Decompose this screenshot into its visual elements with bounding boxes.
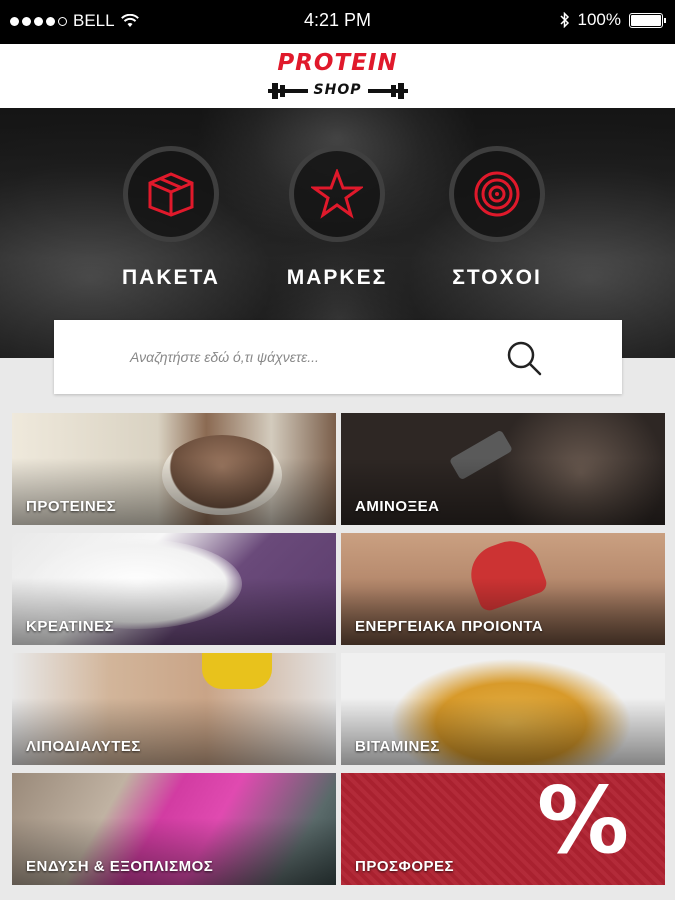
category-label: ΕΝΕΡΓΕΙΑΚΑ ΠΡΟΙΟΝΤΑ bbox=[355, 618, 544, 635]
percent-icon: % bbox=[536, 773, 629, 874]
category-label: ΕΝΔΥΣΗ & ΕΞΟΠΛΙΣΜΟΣ bbox=[26, 858, 214, 875]
search-placeholder: Αναζητήστε εδώ ό,τι ψάχνετε... bbox=[130, 349, 319, 365]
category-label: ΚΡΕΑΤΙΝΕΣ bbox=[26, 618, 115, 635]
category-tile-offers[interactable]: % ΠΡΟΣΦΟΡΕΣ bbox=[341, 773, 665, 885]
star-icon bbox=[311, 169, 363, 219]
hero-label-goals: ΣΤΟΧΟΙ bbox=[452, 266, 542, 289]
status-right: 100% bbox=[559, 10, 666, 30]
battery-percent: 100% bbox=[577, 10, 621, 29]
hero-item-packages[interactable]: ΠΑΚΕΤΑ bbox=[96, 146, 246, 290]
hero-item-brands[interactable]: ΜΑΡΚΕΣ bbox=[262, 146, 412, 290]
target-icon bbox=[474, 171, 520, 217]
category-label: ΛΙΠΟΔΙΑΛΥΤΕΣ bbox=[26, 738, 141, 755]
search-input[interactable]: Αναζητήστε εδώ ό,τι ψάχνετε... bbox=[54, 320, 622, 394]
category-label: ΒΙΤΑΜΙΝΕΣ bbox=[355, 738, 440, 755]
category-tile-fat-burners[interactable]: ΛΙΠΟΔΙΑΛΥΤΕΣ bbox=[12, 653, 336, 765]
search-icon[interactable] bbox=[504, 338, 544, 378]
category-tile-energy-products[interactable]: ΕΝΕΡΓΕΙΑΚΑ ΠΡΟΙΟΝΤΑ bbox=[341, 533, 665, 645]
hero-circle bbox=[449, 146, 545, 242]
category-label: ΠΡΟΣΦΟΡΕΣ bbox=[355, 858, 454, 875]
hero-circle bbox=[123, 146, 219, 242]
category-label: ΠΡΟΤΕΙΝΕΣ bbox=[26, 498, 117, 515]
bluetooth-icon bbox=[559, 12, 569, 28]
hero-circle bbox=[289, 146, 385, 242]
category-tile-amino-acids[interactable]: ΑΜΙΝΟΞΕΑ bbox=[341, 413, 665, 525]
category-tile-clothing-equipment[interactable]: ΕΝΔΥΣΗ & ΕΞΟΠΛΙΣΜΟΣ bbox=[12, 773, 336, 885]
hero-label-packages: ΠΑΚΕΤΑ bbox=[122, 266, 220, 289]
hero-label-brands: ΜΑΡΚΕΣ bbox=[286, 266, 388, 289]
protein-shop-logo[interactable]: PROTEIN SHOP bbox=[248, 48, 428, 104]
box-icon bbox=[148, 172, 194, 217]
category-label: ΑΜΙΝΟΞΕΑ bbox=[355, 498, 440, 515]
category-tile-vitamins[interactable]: ΒΙΤΑΜΙΝΕΣ bbox=[341, 653, 665, 765]
logo-word-protein: PROTEIN bbox=[277, 50, 398, 76]
battery-icon bbox=[629, 12, 666, 28]
category-tile-proteins[interactable]: ΠΡΟΤΕΙΝΕΣ bbox=[12, 413, 336, 525]
logo-word-shop: SHOP bbox=[313, 82, 362, 98]
category-tile-creatine[interactable]: ΚΡΕΑΤΙΝΕΣ bbox=[12, 533, 336, 645]
app-header: PROTEIN SHOP bbox=[0, 44, 675, 108]
hero-item-goals[interactable]: ΣΤΟΧΟΙ bbox=[422, 146, 572, 290]
status-bar: BELL 4:21 PM 100% bbox=[0, 0, 675, 44]
